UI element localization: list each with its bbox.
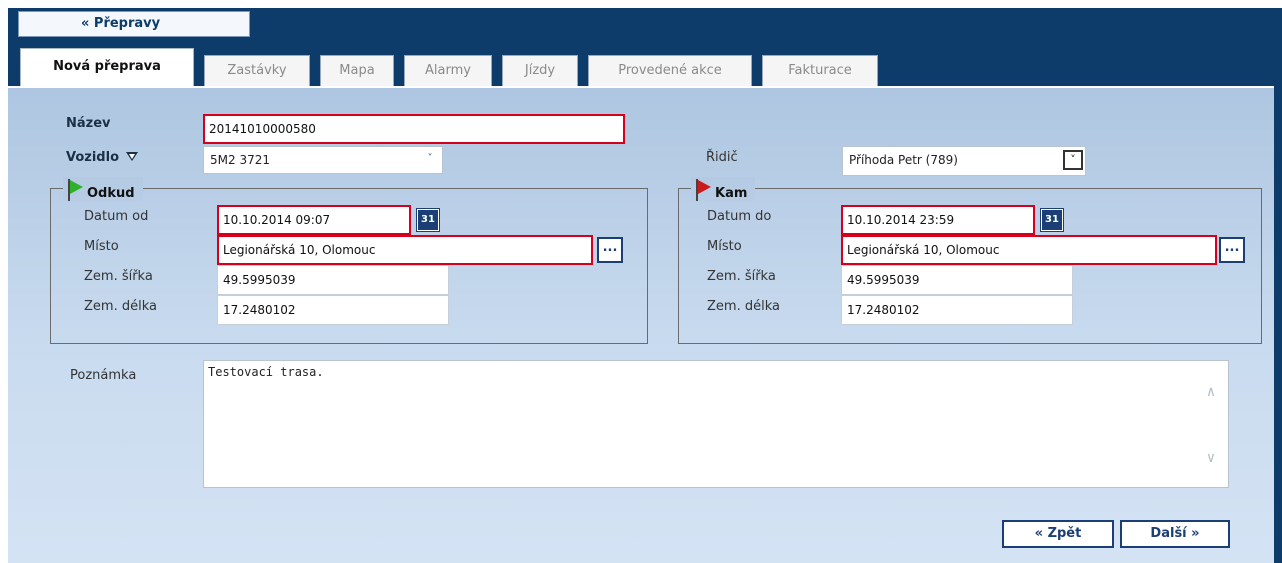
tab-invoicing[interactable]: Fakturace	[762, 55, 878, 88]
to-date-input[interactable]: 10.10.2014 23:59	[841, 205, 1035, 235]
to-lat-label: Zem. šířka	[707, 269, 776, 284]
name-label: Název	[66, 116, 111, 131]
to-lat-input[interactable]: 49.5995039	[841, 265, 1073, 295]
tab-alarms[interactable]: Alarmy	[404, 55, 492, 88]
from-lon-input[interactable]: 17.2480102	[217, 295, 449, 325]
note-label: Poznámka	[70, 368, 137, 383]
green-flag-icon	[67, 179, 83, 201]
chevron-down-icon[interactable]: ˅	[1063, 150, 1083, 170]
name-input[interactable]: 20141010000580	[203, 114, 625, 144]
tab-new-transport[interactable]: Nová přeprava	[20, 48, 194, 88]
from-lat-input[interactable]: 49.5995039	[217, 265, 449, 295]
from-date-input[interactable]: 10.10.2014 09:07	[217, 205, 411, 235]
red-flag-icon	[695, 179, 711, 201]
scroll-down-icon[interactable]: ∨	[1204, 451, 1218, 465]
form-panel: Název 20141010000580 Vozidlo 5M2 3721 ˅ …	[8, 86, 1274, 563]
from-legend: Odkud	[63, 177, 143, 201]
vehicle-value: 5M2 3721	[210, 153, 270, 167]
vehicle-label: Vozidlo	[66, 150, 119, 165]
from-date-label: Datum od	[84, 209, 149, 224]
from-legend-label: Odkud	[87, 186, 135, 201]
back-to-transports-link[interactable]: « Přepravy	[18, 11, 250, 37]
next-button[interactable]: Další »	[1120, 520, 1230, 548]
tab-map[interactable]: Mapa	[320, 55, 394, 88]
tab-rides[interactable]: Jízdy	[502, 55, 578, 88]
vehicle-select[interactable]: 5M2 3721 ˅	[203, 146, 443, 174]
to-place-label: Místo	[707, 239, 742, 254]
chevron-down-icon[interactable]: ˅	[420, 149, 440, 169]
from-group: Odkud Datum od 10.10.2014 09:07 31 Místo…	[50, 177, 648, 344]
to-date-label: Datum do	[707, 209, 772, 224]
calendar-icon[interactable]: 31	[1040, 208, 1064, 232]
browse-place-button[interactable]: ...	[1219, 237, 1245, 263]
note-textarea[interactable]: Testovací trasa. ∧ ∨	[203, 360, 1229, 488]
note-text: Testovací trasa.	[208, 365, 324, 379]
tab-stops[interactable]: Zastávky	[204, 55, 310, 88]
to-place-input[interactable]: Legionářská 10, Olomouc	[841, 235, 1217, 265]
driver-select[interactable]: Příhoda Petr (789) ˅	[842, 146, 1086, 176]
from-place-label: Místo	[84, 239, 119, 254]
driver-label: Řidič	[706, 150, 738, 165]
to-lon-label: Zem. délka	[707, 299, 780, 314]
to-legend: Kam	[691, 177, 756, 201]
back-button[interactable]: « Zpět	[1002, 520, 1114, 548]
browse-place-button[interactable]: ...	[597, 237, 623, 263]
driver-value: Příhoda Petr (789)	[849, 153, 958, 167]
from-lon-label: Zem. délka	[84, 299, 157, 314]
vehicle-label-wrap: Vozidlo	[66, 150, 138, 165]
from-lat-label: Zem. šířka	[84, 269, 153, 284]
to-legend-label: Kam	[715, 186, 748, 201]
to-group: Kam Datum do 10.10.2014 23:59 31 Místo L…	[678, 177, 1262, 344]
filter-triangle-icon[interactable]	[126, 152, 138, 161]
calendar-icon[interactable]: 31	[416, 208, 440, 232]
tab-actions[interactable]: Provedené akce	[588, 55, 752, 88]
scroll-up-icon[interactable]: ∧	[1204, 385, 1218, 399]
tab-bar: Nová přeprava Zastávky Mapa Alarmy Jízdy…	[20, 48, 888, 88]
to-lon-input[interactable]: 17.2480102	[841, 295, 1073, 325]
from-place-input[interactable]: Legionářská 10, Olomouc	[217, 235, 593, 265]
